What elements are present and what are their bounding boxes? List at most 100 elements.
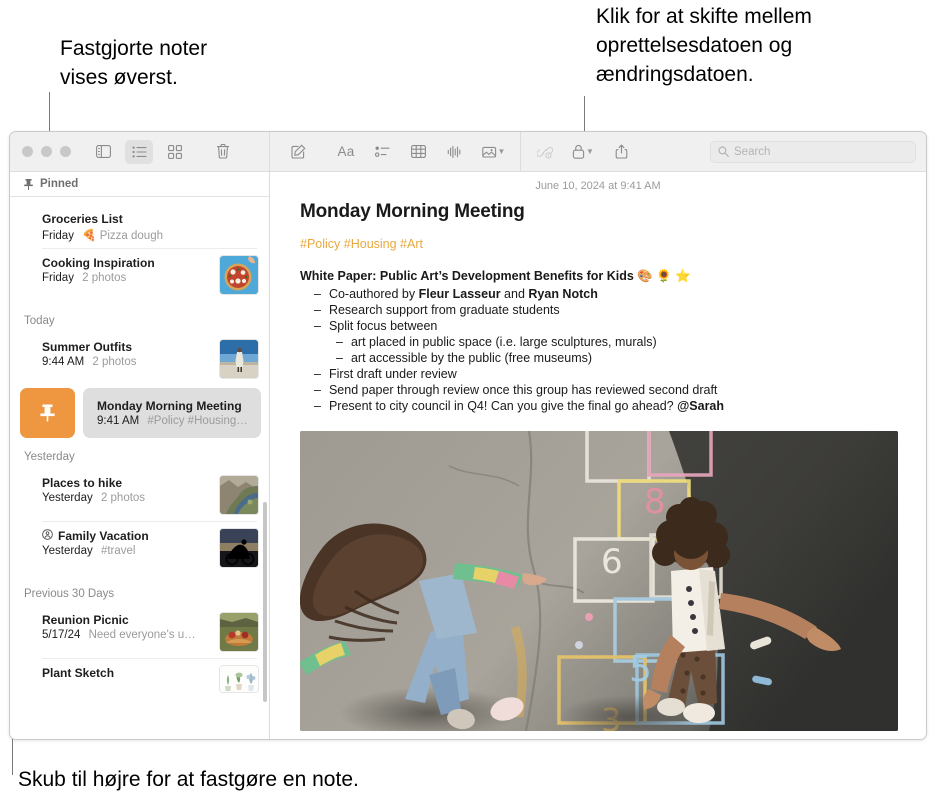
callout-swipe-to-pin: Skub til højre for at fastgøre en note. <box>18 768 359 791</box>
search-input[interactable]: Search <box>710 140 916 163</box>
note-emoji: 🍕 <box>82 230 97 242</box>
note-title: Plant Sketch <box>42 666 115 680</box>
callout-date-toggle: Klik for at skifte mellem oprettelsesdat… <box>596 5 812 86</box>
note-title: Reunion Picnic <box>42 613 129 627</box>
note-title: Family Vacation <box>42 529 211 543</box>
note-thumbnail-pizza <box>219 255 259 295</box>
page-title: Monday Morning Meeting <box>300 201 525 222</box>
screenshot-root: Fastgjorte noter vises øverst. Klik for … <box>0 0 934 803</box>
notes-app-window: Aa ▼ ▼ Search Pinned Groceries List Frid… <box>9 131 927 740</box>
toolbar-left-section <box>10 132 270 171</box>
chevron-down-icon: ▼ <box>586 147 594 156</box>
note-title: Monday Morning Meeting <box>97 399 242 413</box>
note-detail-date[interactable]: June 10, 2024 at 9:41 AM <box>270 172 926 192</box>
list-item[interactable]: Cooking Inspiration Friday 2 photos <box>10 249 269 302</box>
bullet-dash: – <box>336 335 343 349</box>
search-icon <box>718 146 729 157</box>
format-text-icon[interactable]: Aa <box>332 140 360 164</box>
note-subtitle: Yesterday 2 photos <box>42 492 211 504</box>
note-thumbnail-picnic <box>219 612 259 652</box>
pin-icon <box>24 178 33 190</box>
note-date: Yesterday <box>42 545 93 557</box>
note-snippet: 2 photos <box>82 272 127 284</box>
maximize-button[interactable] <box>60 146 71 157</box>
compose-icon[interactable] <box>284 140 312 164</box>
table-icon[interactable] <box>404 140 432 164</box>
bullet-item: – Send paper through review once this gro… <box>300 382 898 398</box>
note-title: Places to hike <box>42 476 123 490</box>
note-subtitle: Friday 🍕 Pizza dough <box>42 228 259 242</box>
svg-text:8: 8 <box>644 482 666 522</box>
pinned-label: Pinned <box>40 178 79 190</box>
list-item[interactable]: Plant Sketch <box>10 659 269 700</box>
bullet-dash: – <box>314 399 321 413</box>
pin-icon <box>40 404 55 422</box>
checklist-icon[interactable] <box>368 140 396 164</box>
list-view-icon[interactable] <box>125 139 153 164</box>
note-date: Friday <box>42 230 74 242</box>
bullet-item: – Research support from graduate students <box>300 302 898 318</box>
note-list-scrollbar[interactable] <box>263 502 267 702</box>
note-date: Friday <box>42 272 74 284</box>
note-thumbnail-outfit <box>219 339 259 379</box>
section-header-today: Today <box>24 315 55 327</box>
note-tags[interactable]: #Policy #Housing #Art <box>300 237 898 251</box>
note-subtitle: 9:41 AM #Policy #Housing… <box>97 415 261 427</box>
note-list-sidebar[interactable]: Pinned Groceries List Friday 🍕 Pizza dou… <box>10 172 270 739</box>
bullet-dash: – <box>314 367 321 381</box>
note-date: Yesterday <box>42 492 93 504</box>
bullet-dash: – <box>314 287 321 301</box>
list-item[interactable]: Family Vacation Yesterday #travel <box>10 522 269 575</box>
audio-waveform-icon[interactable] <box>440 140 468 164</box>
bullet-text: Present to city council in Q4! Can you g… <box>328 399 725 413</box>
minimize-button[interactable] <box>41 146 52 157</box>
bullet-item: – art accessible by the public (free muse… <box>300 350 898 366</box>
note-thumbnail-hike <box>219 475 259 515</box>
close-button[interactable] <box>22 146 33 157</box>
note-row-swiped[interactable]: Monday Morning Meeting 9:41 AM #Policy #… <box>10 388 269 438</box>
svg-text:6: 6 <box>601 542 623 582</box>
note-subtitle: Yesterday #travel <box>42 545 211 557</box>
note-snippet: #travel <box>100 545 136 557</box>
note-bullet-list: – Co-authored by Fleur Lasseur and Ryan N… <box>300 286 898 414</box>
bullet-text: Research support from graduate students <box>328 303 560 317</box>
note-attached-photo[interactable]: 8 6 5 3 <box>300 431 898 731</box>
note-subtitle: Friday 2 photos <box>42 272 211 284</box>
toolbar-divider <box>520 132 521 171</box>
callout-leader-line-swipe <box>12 735 13 775</box>
shared-note-icon <box>42 529 53 543</box>
svg-text:5: 5 <box>629 649 652 690</box>
list-item[interactable]: Reunion Picnic 5/17/24 Need everyone's u… <box>10 606 269 659</box>
bullet-item: – art placed in public space (i.e. large … <box>300 334 898 350</box>
share-icon[interactable] <box>607 140 635 164</box>
bullet-item: – Split focus between <box>300 318 898 334</box>
bullet-dash: – <box>336 351 343 365</box>
list-item[interactable]: Summer Outfits 9:44 AM 2 photos <box>10 333 269 386</box>
note-snippet: Need everyone's u… <box>88 629 196 641</box>
list-item[interactable]: Places to hike Yesterday 2 photos <box>10 469 269 522</box>
toolbar-right-section: Aa ▼ ▼ Search <box>270 132 926 171</box>
bullet-text: Co-authored by Fleur Lasseur and Ryan No… <box>328 287 598 301</box>
trash-icon[interactable] <box>209 140 237 164</box>
note-thumbnail-cyclist <box>219 528 259 568</box>
media-icon[interactable]: ▼ <box>476 140 510 164</box>
note-title: Groceries List <box>42 212 123 226</box>
list-item-selected[interactable]: Monday Morning Meeting 9:41 AM #Policy #… <box>83 388 261 438</box>
note-title: Cooking Inspiration <box>42 256 155 270</box>
window-body: Pinned Groceries List Friday 🍕 Pizza dou… <box>10 172 926 739</box>
lock-icon[interactable]: ▼ <box>567 140 599 164</box>
chevron-down-icon: ▼ <box>497 147 506 156</box>
gallery-view-icon[interactable] <box>161 140 189 164</box>
note-snippet: 2 photos <box>92 356 137 368</box>
sidebar-toggle-icon[interactable] <box>89 140 117 164</box>
bullet-text: Split focus between <box>328 319 438 333</box>
note-snippet-text: Pizza dough <box>99 230 163 242</box>
bullet-text: art placed in public space (i.e. large s… <box>350 335 657 349</box>
pin-note-button[interactable] <box>20 388 75 438</box>
collaborate-icon[interactable] <box>531 140 559 164</box>
note-group-pinned: Groceries List Friday 🍕 Pizza dough Cook… <box>10 197 269 302</box>
note-detail-content: Monday Morning Meeting #Policy #Housing … <box>270 192 926 414</box>
note-detail-pane[interactable]: June 10, 2024 at 9:41 AM Monday Morning … <box>270 172 926 739</box>
list-item[interactable]: Groceries List Friday 🍕 Pizza dough <box>10 205 269 249</box>
note-snippet: #Policy #Housing… <box>147 415 248 427</box>
